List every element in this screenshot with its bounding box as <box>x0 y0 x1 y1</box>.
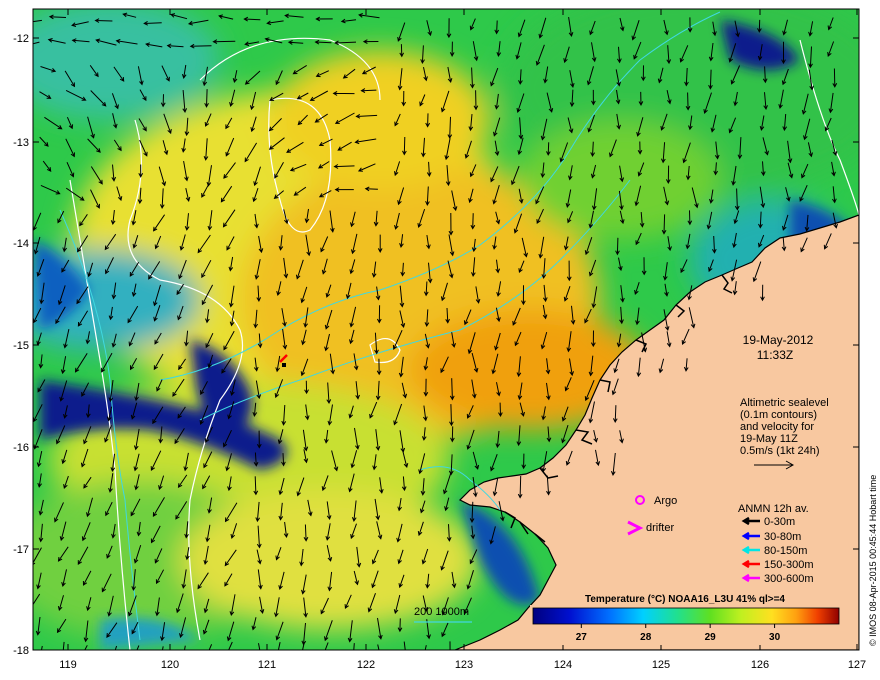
lon-label: 120 <box>161 659 179 671</box>
altimetry-line: 19-May 11Z <box>740 433 798 445</box>
bathymetry-label: 200 1000m <box>414 606 469 618</box>
anmn-title: ANMN 12h av. <box>738 503 809 515</box>
anmn-item-label: 150-300m <box>764 559 814 571</box>
anmn-item-label: 30-80m <box>764 531 801 543</box>
drifter-label: drifter <box>646 522 674 534</box>
lat-label: -13 <box>13 137 29 149</box>
altimetry-line: 0.5m/s (1kt 24h) <box>740 445 819 457</box>
lat-label: -15 <box>13 340 29 352</box>
date-line1: 19-May-2012 <box>743 333 814 347</box>
sst-map: 119 120 121 122 123 124 125 126 127 -12 … <box>13 8 878 671</box>
colorbar-tick-label: 30 <box>769 632 781 643</box>
altimetry-line: Altimetric sealevel <box>740 397 829 409</box>
lon-label: 119 <box>59 659 77 671</box>
lon-label: 123 <box>455 659 473 671</box>
lon-label: 126 <box>751 659 769 671</box>
colorbar-tick-label: 27 <box>576 632 588 643</box>
anmn-item-label: 0-30m <box>764 516 795 528</box>
date-line2: 11:33Z <box>757 348 793 362</box>
anmn-item-label: 300-600m <box>764 573 814 585</box>
credit: © IMOS 08-Apr-2015 00:45:44 Hobart time <box>868 475 878 646</box>
mooring-site <box>282 363 286 367</box>
altimetry-line: (0.1m contours) <box>740 409 817 421</box>
colorbar-tick-label: 28 <box>640 632 652 643</box>
lon-label: 127 <box>848 659 866 671</box>
lat-label: -14 <box>13 238 29 250</box>
anmn-item-label: 80-150m <box>764 545 807 557</box>
argo-label: Argo <box>654 495 677 507</box>
lat-label: -17 <box>13 544 29 556</box>
colorbar-tick-label: 29 <box>705 632 717 643</box>
lon-label: 124 <box>554 659 572 671</box>
altimetry-line: and velocity for <box>740 421 814 433</box>
lat-label: -12 <box>13 33 29 45</box>
lat-labels: -12 -13 -14 -15 -16 -17 -18 <box>13 33 29 657</box>
lat-label: -16 <box>13 442 29 454</box>
lon-label: 125 <box>652 659 670 671</box>
colorbar-gradient <box>532 607 840 625</box>
lat-label: -18 <box>13 645 29 657</box>
lon-label: 121 <box>258 659 276 671</box>
lon-label: 122 <box>357 659 375 671</box>
lon-labels: 119 120 121 122 123 124 125 126 127 <box>59 659 866 671</box>
colorbar-title: Temperature (°C) NOAA16_L3U 41% ql>=4 <box>585 594 785 605</box>
